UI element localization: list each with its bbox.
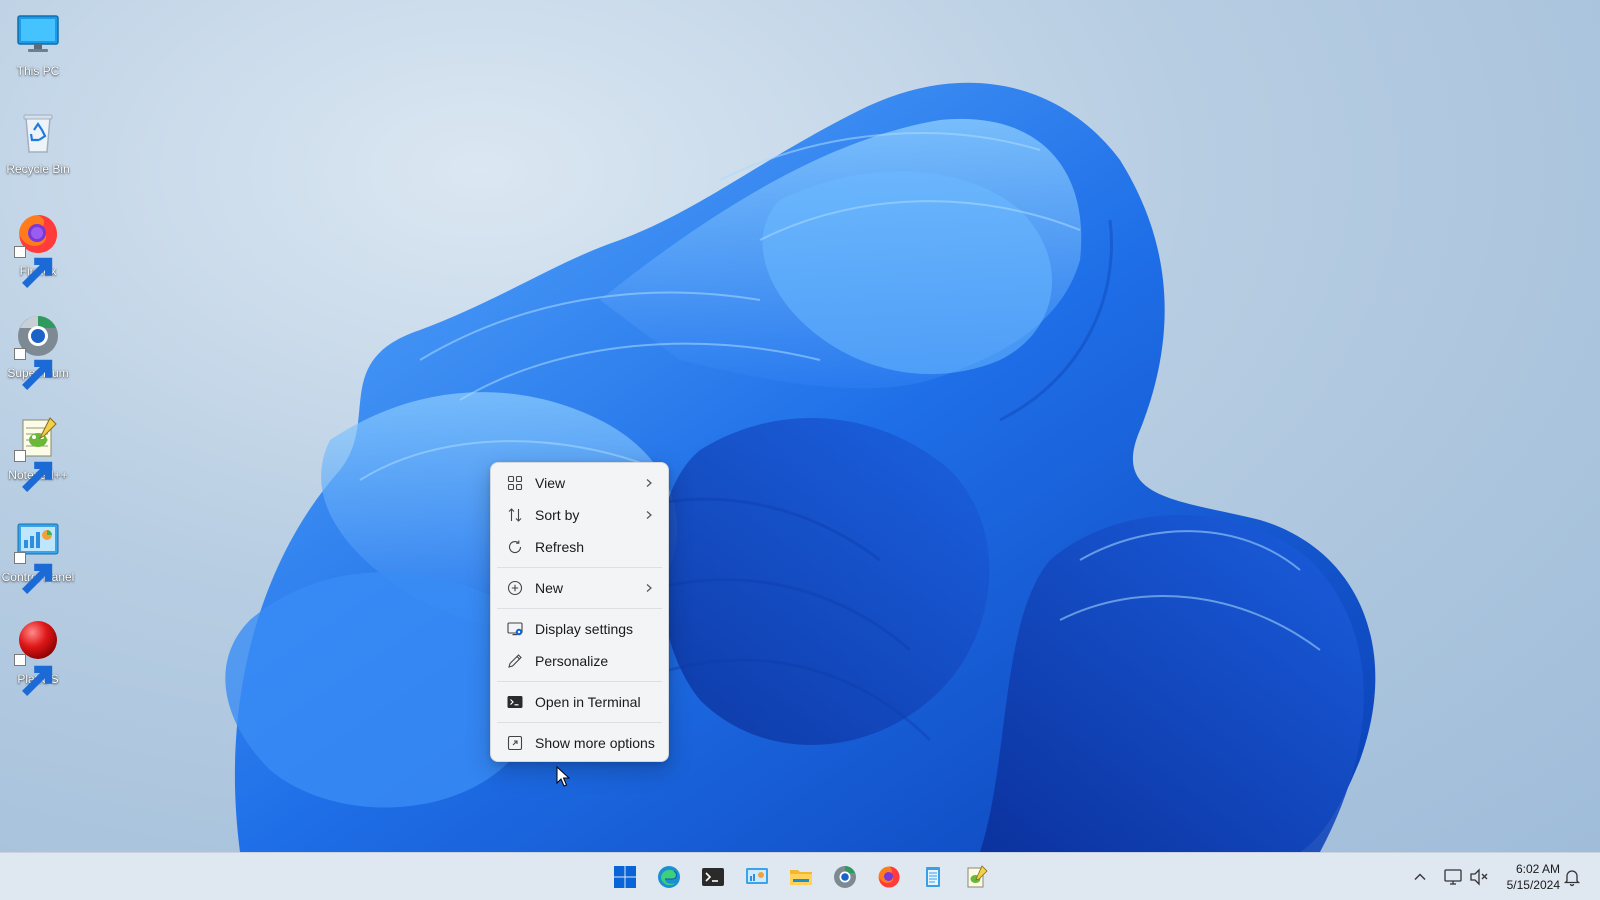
shortcut-arrow-icon <box>14 450 53 492</box>
firefox-icon <box>878 866 900 888</box>
menu-item-view[interactable]: View <box>495 467 664 499</box>
mouse-cursor-icon <box>556 766 570 787</box>
menu-item-label: Personalize <box>535 653 609 669</box>
menu-item-new[interactable]: New <box>495 572 664 604</box>
start-icon <box>614 866 636 888</box>
terminal-icon <box>702 868 724 886</box>
shortcut-arrow-icon <box>14 246 53 288</box>
menu-item-label: New <box>535 580 564 596</box>
taskbar-control-panel-button[interactable] <box>737 861 777 893</box>
control-panel-icon <box>746 868 768 884</box>
edge-icon <box>658 866 680 888</box>
shortcut-arrow-icon <box>14 552 53 594</box>
menu-item-refresh[interactable]: Refresh <box>495 531 664 563</box>
menu-item-display-settings[interactable]: Display settings <box>495 613 664 645</box>
desktop-icon-platfos[interactable]: PlatfOS <box>2 618 74 704</box>
menu-separator <box>497 722 662 723</box>
menu-separator <box>497 567 662 568</box>
desktop-icon-recycle-bin[interactable]: Recycle Bin <box>2 108 74 194</box>
desktop-icon-this-pc[interactable]: This PC <box>2 10 74 96</box>
volume-muted-icon[interactable] <box>1468 866 1490 888</box>
show-hidden-icons-chevron-icon[interactable] <box>1410 867 1430 887</box>
desktop-icon-label: Recycle Bin <box>6 162 70 176</box>
desktop-icon-firefox[interactable]: Firefox <box>2 210 74 296</box>
menu-item-show-more-options[interactable]: Show more options <box>495 727 664 759</box>
view-grid-icon <box>507 475 523 491</box>
notepad-plus-plus-icon <box>967 865 988 888</box>
platfos-icon <box>14 618 62 696</box>
clock-date: 5/15/2024 <box>1506 878 1560 892</box>
shortcut-arrow-icon <box>14 348 53 390</box>
menu-separator <box>497 608 662 609</box>
taskbar-edge-button[interactable] <box>649 861 689 893</box>
taskbar-firefox-button[interactable] <box>869 861 909 893</box>
firefox-icon <box>14 210 62 288</box>
show-more-options-icon <box>507 735 523 751</box>
taskbar-notepad-button[interactable] <box>913 861 953 893</box>
sort-icon <box>507 507 523 523</box>
desktop-icon-label: This PC <box>16 64 60 78</box>
menu-item-sort-by[interactable]: Sort by <box>495 499 664 531</box>
desktop-icon-supermium[interactable]: Supermium <box>2 312 74 398</box>
supermium-icon <box>834 866 856 888</box>
menu-item-open-in-terminal[interactable]: Open in Terminal <box>495 686 664 718</box>
chevron-right-icon <box>646 584 652 592</box>
menu-separator <box>497 681 662 682</box>
desktop-context-menu: View Sort by Refresh New Display setting… <box>490 462 669 762</box>
recycle-bin-icon <box>14 108 62 156</box>
taskbar-terminal-button[interactable] <box>693 861 733 893</box>
taskbar-supermium-button[interactable] <box>825 861 865 893</box>
network-icon[interactable] <box>1442 866 1464 888</box>
terminal-icon <box>507 694 523 710</box>
monitor-icon <box>14 10 62 58</box>
shortcut-arrow-icon <box>14 654 53 696</box>
wallpaper-bloom <box>225 82 1376 852</box>
new-plus-icon <box>507 580 523 596</box>
refresh-icon <box>507 539 523 555</box>
desktop-icon-notepad-plus-plus[interactable]: Notepad++ <box>2 414 74 500</box>
chevron-right-icon <box>646 511 652 519</box>
menu-item-label: Sort by <box>535 507 580 523</box>
taskbar-notepad-plus-plus-button[interactable] <box>957 861 997 893</box>
taskbar-start-button[interactable] <box>605 861 645 893</box>
menu-item-personalize[interactable]: Personalize <box>495 645 664 677</box>
taskbar-file-explorer-button[interactable] <box>781 861 821 893</box>
taskbar: 6:02 AM 5/15/2024 <box>0 852 1600 900</box>
menu-item-label: Show more options <box>535 735 655 751</box>
menu-item-label: Refresh <box>535 539 585 555</box>
chevron-right-icon <box>646 479 652 487</box>
notification-bell-icon[interactable] <box>1562 867 1582 887</box>
menu-item-label: Open in Terminal <box>535 694 641 710</box>
display-settings-icon <box>507 621 523 637</box>
supermium-icon <box>14 312 62 390</box>
notepad-icon <box>926 867 940 887</box>
clock-time: 6:02 AM <box>1515 862 1560 876</box>
taskbar-clock[interactable]: 6:02 AM 5/15/2024 <box>1494 861 1560 895</box>
menu-item-label: View <box>535 475 566 491</box>
desktop[interactable]: This PC Recycle Bin Firefox Supermium No… <box>0 0 1600 852</box>
notepad-plus-plus-icon <box>14 414 62 492</box>
menu-item-label: Display settings <box>535 621 634 637</box>
control-panel-icon <box>14 516 62 594</box>
desktop-icon-control-panel[interactable]: Control Panel <box>2 516 74 602</box>
file-explorer-icon <box>790 870 812 885</box>
personalize-pen-icon <box>507 653 523 669</box>
